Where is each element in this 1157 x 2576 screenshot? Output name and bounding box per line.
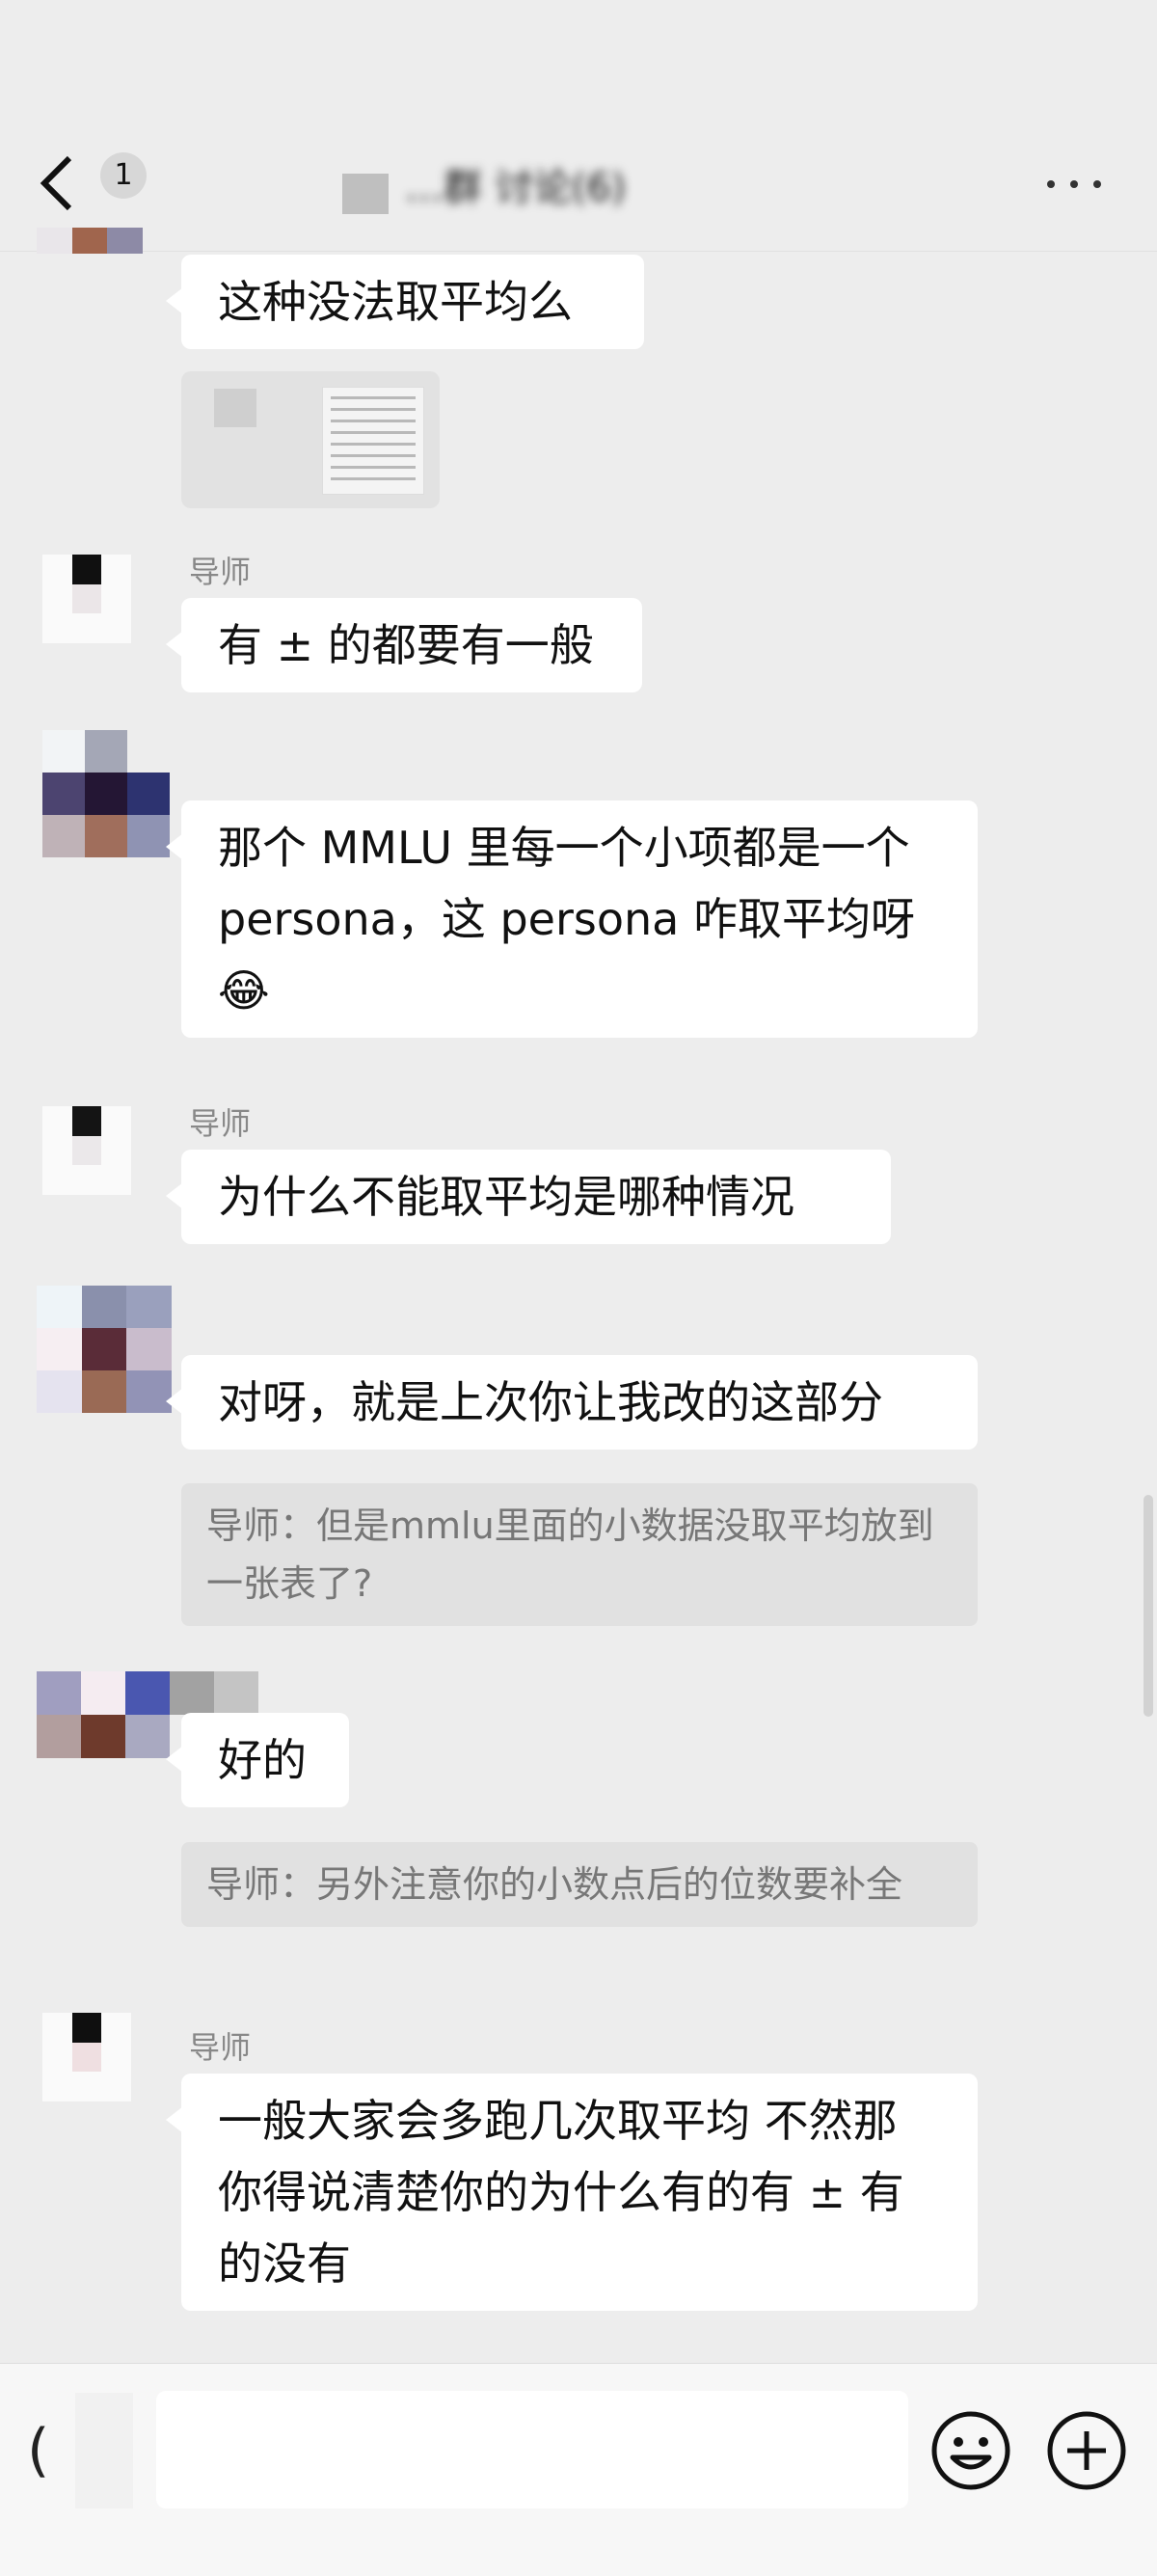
table-screenshot-thumbnail [322, 387, 424, 495]
plus-icon [1047, 2411, 1126, 2490]
emoji-button[interactable] [928, 2407, 1014, 2494]
message-bubble[interactable]: 对呀，就是上次你让我改的这部分 [166, 1355, 978, 1450]
message-input[interactable] [156, 2391, 908, 2508]
quoted-message[interactable]: 导师：另外注意你的小数点后的位数要补全 [181, 1842, 978, 1927]
back-arrow-icon [40, 155, 72, 211]
avatar[interactable] [42, 730, 170, 857]
unread-count-badge: 1 [100, 152, 147, 199]
message-bubble[interactable]: 为什么不能取平均是哪种情况 [166, 1150, 891, 1244]
plus-button[interactable] [1043, 2407, 1130, 2494]
voice-blur [75, 2393, 133, 2508]
back-button[interactable]: 1 [39, 145, 147, 222]
emoji-icon [931, 2411, 1010, 2490]
quoted-message[interactable]: 导师：但是mmlu里面的小数据没取平均放到一张表了? [181, 1483, 978, 1626]
more-icon [1047, 180, 1055, 188]
image-blur [214, 389, 256, 427]
avatar[interactable] [42, 555, 131, 643]
more-icon-dot [1093, 180, 1101, 188]
sender-name: 导师 [189, 2029, 252, 2066]
image-message[interactable] [181, 371, 440, 508]
avatar[interactable] [37, 1286, 172, 1413]
chat-title[interactable]: …群 讨论(6) [405, 159, 829, 217]
scrollbar[interactable] [1144, 1495, 1153, 1717]
group-avatar-blur [342, 174, 389, 214]
avatar[interactable] [42, 2013, 131, 2101]
message-bubble[interactable]: 这种没法取平均么 [166, 255, 644, 349]
chat-header: 1 …群 讨论(6) [0, 0, 1157, 252]
sender-name: 导师 [189, 554, 252, 590]
sender-name: 导师 [189, 1105, 252, 1142]
message-bubble[interactable]: 好的 [166, 1713, 349, 1807]
input-bar: ( [0, 2363, 1157, 2576]
message-bubble[interactable]: 有 ± 的都要有一般 [166, 598, 642, 692]
message-bubble[interactable]: 那个 MMLU 里每一个小项都是一个persona，这 persona 咋取平均… [166, 800, 978, 1038]
more-button[interactable] [1041, 164, 1109, 203]
avatar[interactable] [42, 1106, 131, 1195]
avatar[interactable] [37, 228, 143, 305]
message-bubble[interactable]: 一般大家会多跑几次取平均 不然那你得说清楚你的为什么有的有 ± 有的没有 [166, 2074, 978, 2311]
more-icon-dot [1070, 180, 1078, 188]
